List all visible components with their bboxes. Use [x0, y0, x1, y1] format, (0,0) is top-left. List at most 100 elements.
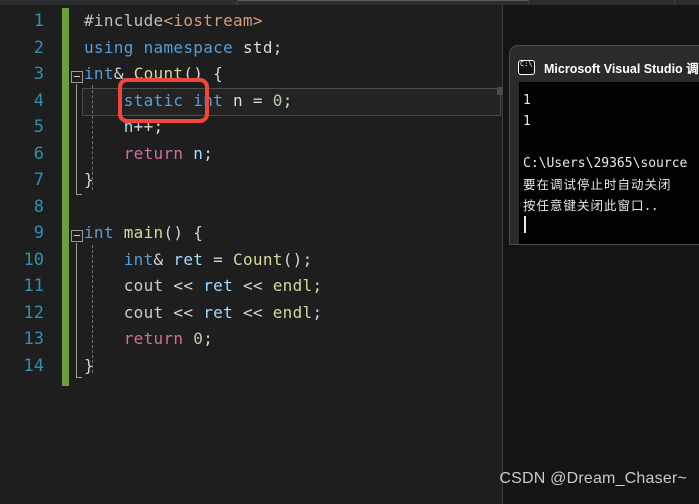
- current-line-highlight: [82, 88, 501, 116]
- line-number: 3: [33, 64, 44, 84]
- code-text: return n;: [84, 141, 213, 168]
- code-token: 0: [193, 329, 204, 348]
- console-line: 要在调试停止时自动关闭: [523, 177, 672, 192]
- code-token: #include: [84, 11, 164, 30]
- code-token: cout: [123, 276, 164, 295]
- collapse-guide-foot-3: [76, 194, 82, 195]
- console-window-icon: [518, 59, 535, 75]
- line-number: 11: [23, 276, 44, 296]
- collapse-box-line-9[interactable]: [71, 230, 83, 242]
- code-token: ;: [312, 276, 323, 295]
- code-line[interactable]: 8: [0, 194, 502, 221]
- editor-right-edge: [502, 5, 503, 504]
- code-token: ret: [203, 276, 234, 295]
- collapse-guide-line-9: [76, 243, 77, 377]
- code-token: std: [242, 37, 273, 57]
- code-token: <iostream>: [163, 11, 263, 30]
- console-output[interactable]: 1 1 C:\Users\29365\source 要在调试停止时自动关闭 按任意键关闭…: [519, 82, 699, 244]
- code-token: &: [153, 249, 174, 269]
- code-text: using namespace std;: [84, 35, 283, 62]
- code-token: () {: [183, 64, 224, 83]
- line-number: 9: [33, 223, 44, 243]
- collapse-guide-foot-9: [76, 377, 82, 378]
- line-number: 4: [33, 90, 44, 111]
- code-token: return: [123, 143, 184, 163]
- code-token: main: [123, 223, 164, 242]
- code-text: return 0;: [84, 326, 213, 353]
- line-number: 12: [23, 302, 44, 323]
- collapse-guide-line-3: [76, 84, 77, 194]
- console-line: 1: [523, 114, 531, 129]
- code-text: int& Count() {: [84, 61, 223, 88]
- code-text: #include<iostream>: [84, 8, 263, 35]
- console-title: Microsoft Visual Studio 调试: [544, 61, 699, 76]
- debug-console-window[interactable]: Microsoft Visual Studio 调试 1 1 C:\Users\29…: [509, 45, 699, 245]
- line-number: 5: [33, 117, 44, 137]
- code-token: int: [84, 223, 114, 242]
- code-token: int: [123, 249, 154, 269]
- console-title-bar[interactable]: Microsoft Visual Studio 调试: [518, 53, 699, 81]
- code-token: Count: [233, 249, 283, 269]
- code-token: &: [113, 64, 134, 83]
- current-line-end-cap: [497, 87, 503, 95]
- code-token: ;: [203, 329, 214, 348]
- line-number: 2: [33, 37, 44, 58]
- code-token: cout: [123, 302, 164, 322]
- code-text: n++;: [84, 114, 163, 141]
- code-token: ;: [312, 302, 323, 322]
- line-number: 1: [33, 11, 44, 31]
- code-token: <<: [233, 276, 273, 295]
- line-number: 8: [33, 196, 44, 217]
- line-number: 6: [33, 143, 44, 164]
- console-line: C:\Users\29365\source: [523, 156, 688, 171]
- code-token: <<: [163, 276, 204, 295]
- code-line[interactable]: 2 using namespace std;: [0, 35, 502, 62]
- code-token: <<: [163, 302, 204, 322]
- line-number: 7: [33, 170, 44, 190]
- collapse-box-line-3[interactable]: [71, 71, 83, 83]
- console-cursor: [524, 216, 526, 233]
- code-token: n: [123, 117, 134, 136]
- code-line[interactable]: 1 #include<iostream>: [0, 8, 502, 35]
- watermark: CSDN @Dream_Chaser~: [499, 470, 687, 487]
- code-token: n: [193, 143, 204, 163]
- line-number: 13: [23, 329, 44, 349]
- line-number: 14: [23, 355, 44, 376]
- code-text: cout << ret << endl;: [84, 273, 322, 300]
- console-line: 按任意键关闭此窗口．．: [523, 198, 666, 213]
- console-line: 1: [523, 93, 531, 108]
- code-token: return: [123, 329, 184, 348]
- code-token: () {: [163, 223, 204, 242]
- code-text: cout << ret << endl;: [84, 300, 322, 327]
- code-token: ;: [272, 37, 283, 57]
- indent-guide-function-main: [92, 245, 93, 373]
- code-token: <<: [233, 302, 273, 322]
- code-token: ;: [203, 143, 214, 163]
- code-text: int main() {: [84, 220, 203, 247]
- code-token: int: [84, 64, 114, 83]
- chrome-active-tab-underline: [238, 0, 528, 1]
- code-token: Count: [133, 64, 184, 83]
- code-token: endl: [272, 276, 313, 295]
- code-token: namespace: [143, 37, 234, 57]
- code-token: ();: [282, 249, 313, 269]
- code-text: int& ret = Count();: [84, 247, 313, 274]
- code-editor[interactable]: 1 #include<iostream> 2 using namespace std;…: [0, 5, 503, 504]
- code-token: ret: [203, 302, 234, 322]
- code-token: endl: [272, 302, 313, 322]
- code-token: =: [203, 249, 234, 269]
- code-token: ret: [173, 249, 204, 269]
- line-number: 10: [23, 249, 44, 270]
